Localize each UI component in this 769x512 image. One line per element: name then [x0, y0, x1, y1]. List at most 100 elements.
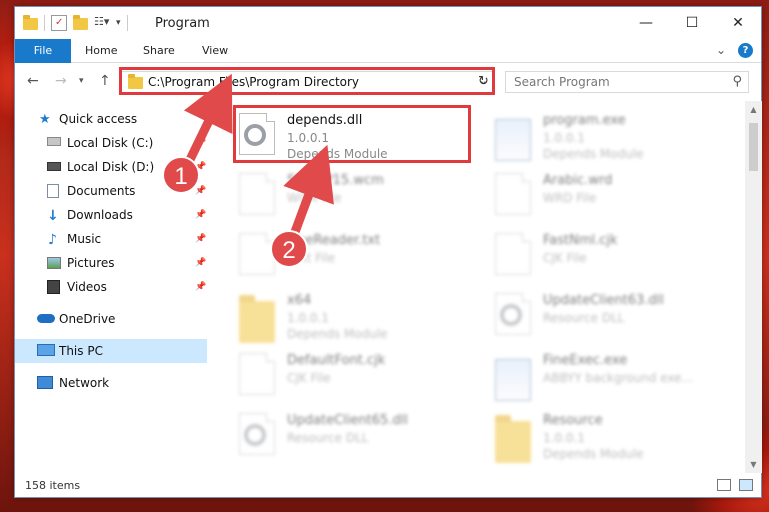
exe-icon — [495, 119, 531, 161]
customize-toolbar-icon[interactable]: ☷▾ — [94, 15, 110, 31]
file-type: WRD File — [543, 191, 597, 205]
up-arrow-icon[interactable]: ↑ — [99, 73, 111, 89]
sidebar-item-quick-access[interactable]: ★ Quick access — [15, 107, 207, 131]
file-highlight-box — [233, 105, 471, 163]
file-name: UpdateClient65.dll — [287, 413, 408, 428]
tiles-view-icon[interactable] — [739, 479, 753, 491]
file-type: CJK File — [287, 371, 331, 385]
help-icon[interactable]: ? — [738, 43, 753, 58]
maximize-button[interactable]: ☐ — [669, 7, 715, 39]
document-icon — [239, 353, 275, 395]
network-icon — [37, 376, 53, 389]
back-arrow-icon[interactable]: ← — [27, 73, 39, 89]
sidebar-item-label: Local Disk (D:) — [67, 160, 155, 174]
sidebar-item-label: Local Disk (C:) — [67, 136, 154, 150]
separator — [126, 15, 128, 31]
sidebar-item-downloads[interactable]: ↓ Downloads 📌 — [15, 203, 207, 227]
scroll-up-icon[interactable]: ▲ — [745, 101, 762, 118]
pin-icon[interactable]: 📌 — [195, 210, 206, 220]
file-name: x64 — [287, 293, 312, 308]
file-item[interactable]: Arabic.wrd WRD File — [489, 167, 739, 223]
file-type: Resource DLL — [287, 431, 369, 445]
exe-icon — [495, 359, 531, 401]
recent-locations-icon[interactable]: ▾ — [79, 76, 84, 86]
tab-view[interactable]: View — [202, 39, 228, 63]
scroll-thumb[interactable] — [749, 123, 758, 171]
sidebar-item-label: Videos — [67, 280, 107, 294]
file-item[interactable]: DefaultFont.cjk CJK File — [233, 347, 483, 403]
pictures-icon — [47, 257, 61, 269]
file-description: Depends Module — [543, 147, 644, 161]
document-icon — [495, 233, 531, 275]
file-name: SiteWP15.wcm — [287, 173, 384, 188]
sidebar-item-network[interactable]: Network — [15, 371, 207, 395]
file-explorer-window: ✓ ☷▾ ▾ Program — ☐ ✕ File Home Share Vie… — [14, 6, 762, 498]
sidebar-item-music[interactable]: ♪ Music 📌 — [15, 227, 207, 251]
folder-icon — [239, 295, 275, 343]
vertical-scrollbar[interactable]: ▲ ▼ — [745, 101, 762, 473]
folder-item[interactable]: Resource 1.0.0.1 Depends Module — [489, 407, 739, 463]
file-item[interactable]: UpdateClient65.dll Resource DLL — [233, 407, 483, 463]
videos-icon — [47, 280, 60, 294]
file-version: 1.0.0.1 — [543, 431, 585, 445]
sidebar-item-videos[interactable]: Videos 📌 — [15, 275, 207, 299]
sidebar-item-onedrive[interactable]: OneDrive — [15, 307, 207, 331]
search-input[interactable]: Search Program — [514, 75, 610, 89]
pin-icon[interactable]: 📌 — [195, 186, 206, 196]
forward-arrow-icon[interactable]: → — [55, 73, 67, 89]
window-controls: — ☐ ✕ — [623, 7, 761, 39]
file-item-program-exe[interactable]: program.exe 1.0.0.1 Depends Module — [489, 107, 739, 163]
star-icon: ★ — [39, 112, 51, 127]
file-version: 1.0.0.1 — [287, 311, 329, 325]
sidebar-item-pictures[interactable]: Pictures 📌 — [15, 251, 207, 275]
file-type: ABBYY background exe... — [543, 371, 694, 385]
file-type: Resource DLL — [543, 311, 625, 325]
expand-ribbon-icon[interactable]: ⌄ — [716, 43, 726, 58]
file-description: Depends Module — [543, 447, 644, 461]
file-item[interactable]: FineExec.exe ABBYY background exe... — [489, 347, 739, 403]
minimize-button[interactable]: — — [623, 7, 669, 39]
close-button[interactable]: ✕ — [715, 7, 761, 39]
properties-icon[interactable]: ✓ — [51, 15, 67, 31]
separator — [44, 15, 45, 31]
dropdown-arrow-icon[interactable]: ▾ — [116, 18, 121, 28]
download-icon: ↓ — [47, 208, 59, 224]
pin-icon[interactable]: 📌 — [195, 258, 206, 268]
sidebar-item-label: Downloads — [67, 208, 133, 222]
file-item[interactable]: UpdateClient63.dll Resource DLL — [489, 287, 739, 343]
drive-icon — [47, 162, 61, 171]
address-highlight-box — [119, 67, 495, 95]
sidebar-item-label: Music — [67, 232, 102, 246]
quick-access-toolbar: ✓ ☷▾ ▾ — [23, 15, 128, 31]
ribbon-controls: ⌄ ? — [716, 43, 753, 58]
document-icon — [495, 173, 531, 215]
folder-icon — [495, 415, 531, 463]
sidebar-item-label: This PC — [59, 344, 103, 358]
tab-file[interactable]: File — [15, 39, 71, 63]
file-item[interactable]: SiteWP15.wcm WCM File — [233, 167, 483, 223]
file-name: Arabic.wrd — [543, 173, 613, 188]
new-folder-icon[interactable] — [73, 15, 88, 30]
folder-icon — [23, 15, 38, 30]
gear-dll-icon — [495, 293, 531, 335]
pin-icon[interactable]: 📌 — [195, 234, 206, 244]
item-count: 158 items — [25, 479, 81, 492]
pin-icon[interactable]: 📌 — [195, 282, 206, 292]
sidebar-item-label: Pictures — [67, 256, 115, 270]
music-icon: ♪ — [48, 232, 57, 248]
file-name: DefaultFont.cjk — [287, 353, 386, 368]
search-box[interactable]: Search Program ⚲ — [505, 71, 749, 93]
file-item[interactable]: FastNml.cjk CJK File — [489, 227, 739, 283]
window-title: Program — [155, 16, 210, 31]
folder-item[interactable]: x64 1.0.0.1 Depends Module — [233, 287, 483, 343]
sidebar-item-local-disk-c[interactable]: Local Disk (C:) 📌 — [15, 131, 207, 155]
sidebar-item-label: Quick access — [59, 112, 138, 126]
pin-icon[interactable]: 📌 — [195, 138, 206, 148]
gear-dll-icon — [239, 413, 275, 455]
tab-home[interactable]: Home — [85, 39, 117, 63]
details-view-icon[interactable] — [717, 479, 731, 491]
computer-icon — [37, 344, 55, 356]
sidebar-item-this-pc[interactable]: This PC — [15, 339, 207, 363]
scroll-down-icon[interactable]: ▼ — [745, 456, 762, 473]
tab-share[interactable]: Share — [143, 39, 175, 63]
